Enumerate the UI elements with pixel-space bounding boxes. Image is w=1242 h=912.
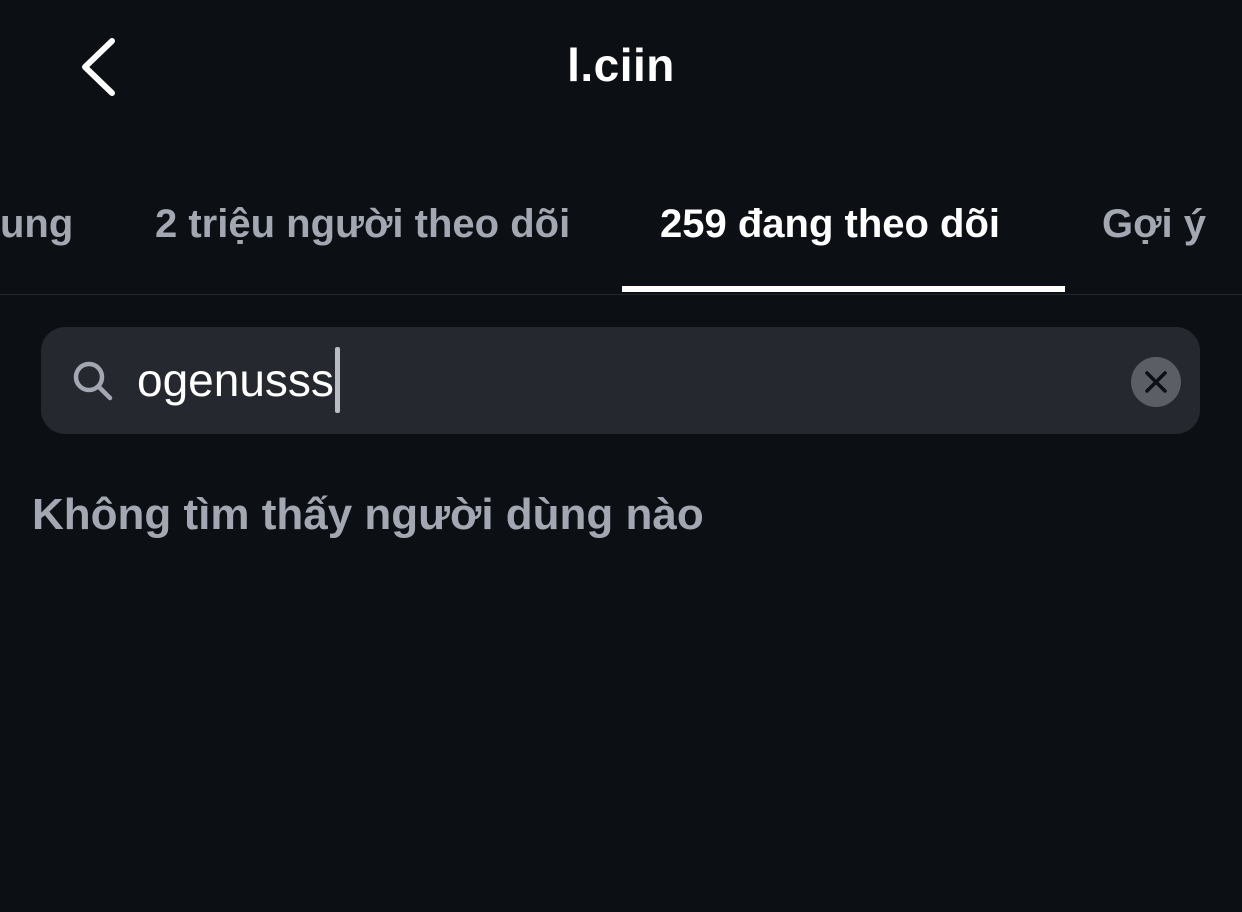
tab-suggested[interactable]: Gợi ý bbox=[1102, 202, 1206, 247]
page-title: l.ciin bbox=[567, 39, 675, 91]
empty-results-message: Không tìm thấy người dùng nào bbox=[32, 490, 704, 539]
search-bar[interactable]: ogenusss bbox=[41, 327, 1200, 434]
tab-followers[interactable]: 2 triệu người theo dõi bbox=[155, 202, 570, 247]
text-caret bbox=[334, 346, 340, 413]
tab-general[interactable]: ung bbox=[0, 202, 73, 247]
search-icon bbox=[73, 361, 113, 401]
active-tab-indicator bbox=[622, 286, 1065, 292]
clear-search-button[interactable] bbox=[1131, 357, 1181, 407]
close-icon bbox=[1145, 371, 1167, 393]
tab-following[interactable]: 259 đang theo dõi bbox=[660, 202, 1000, 247]
search-input-value: ogenusss bbox=[137, 354, 334, 406]
search-input[interactable]: ogenusss bbox=[137, 327, 340, 434]
header-bar: l.ciin bbox=[0, 0, 1242, 135]
tab-bar: ung 2 triệu người theo dõi 259 đang theo… bbox=[0, 190, 1242, 295]
